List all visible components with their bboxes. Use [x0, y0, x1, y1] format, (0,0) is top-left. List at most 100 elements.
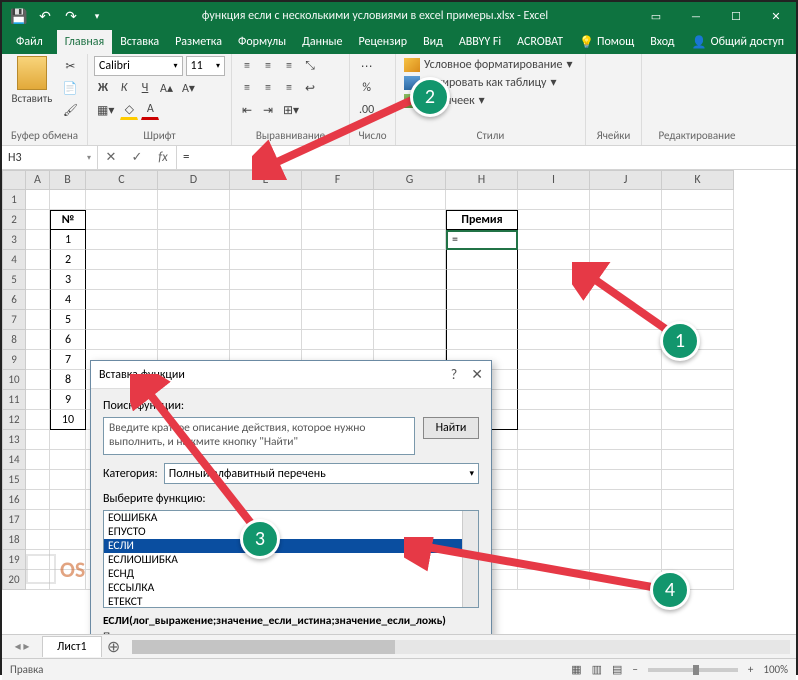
cell-K2[interactable] [662, 210, 734, 230]
cell-J11[interactable] [590, 390, 662, 410]
cell-J19[interactable] [590, 550, 662, 570]
cell-I5[interactable] [518, 270, 590, 290]
cell-I10[interactable] [518, 370, 590, 390]
col-head-A[interactable]: A [26, 170, 50, 190]
cell-B16[interactable] [50, 490, 86, 510]
cell-B9[interactable]: 7 [50, 350, 86, 370]
format-painter-icon[interactable]: 🖌 [60, 100, 81, 120]
sheet-tab-1[interactable]: Лист1 [42, 636, 102, 657]
function-item-ЕСНД[interactable]: ЕСНД [104, 567, 478, 581]
cell-I11[interactable] [518, 390, 590, 410]
tab-view[interactable]: Вид [415, 30, 451, 54]
insert-function-icon[interactable]: fx [150, 150, 176, 165]
cell-C7[interactable] [86, 310, 158, 330]
cell-E1[interactable] [230, 190, 302, 210]
cell-H2[interactable]: Премия [446, 210, 518, 230]
fill-color-icon[interactable]: ◇ [120, 100, 138, 120]
help-button[interactable]: 💡Помощ [571, 30, 642, 54]
cell-J13[interactable] [590, 430, 662, 450]
cell-I12[interactable] [518, 410, 590, 430]
cell-J7[interactable] [590, 310, 662, 330]
cell-B3[interactable]: 1 [50, 230, 86, 250]
row-head-13[interactable]: 13 [2, 430, 26, 450]
cell-J2[interactable] [590, 210, 662, 230]
cell-F7[interactable] [302, 310, 374, 330]
cell-A14[interactable] [26, 450, 50, 470]
row-head-20[interactable]: 20 [2, 570, 26, 590]
row-head-17[interactable]: 17 [2, 510, 26, 530]
cell-C5[interactable] [86, 270, 158, 290]
percent-icon[interactable]: % [356, 78, 377, 98]
cell-F2[interactable] [302, 210, 374, 230]
dialog-close-icon[interactable]: ✕ [471, 366, 483, 383]
cell-H3[interactable]: = [446, 230, 518, 250]
function-item-ЕОШИБКА[interactable]: ЕОШИБКА [104, 511, 478, 525]
cell-K12[interactable] [662, 410, 734, 430]
align-center-icon[interactable]: ≡ [259, 78, 277, 98]
cell-D8[interactable] [158, 330, 230, 350]
cell-A9[interactable] [26, 350, 50, 370]
cell-A7[interactable] [26, 310, 50, 330]
cell-I1[interactable] [518, 190, 590, 210]
row-head-11[interactable]: 11 [2, 390, 26, 410]
cell-A17[interactable] [26, 510, 50, 530]
bold-button[interactable]: Ж [94, 78, 112, 98]
row-head-3[interactable]: 3 [2, 230, 26, 250]
cell-J18[interactable] [590, 530, 662, 550]
cell-J15[interactable] [590, 470, 662, 490]
cell-H4[interactable] [446, 250, 518, 270]
cell-B7[interactable]: 5 [50, 310, 86, 330]
row-head-16[interactable]: 16 [2, 490, 26, 510]
function-item-ЕСЛИ[interactable]: ЕСЛИ [104, 539, 478, 553]
align-middle-icon[interactable]: ≡ [259, 56, 277, 76]
save-icon[interactable]: 💾 [8, 5, 30, 27]
zoom-level[interactable]: 100% [763, 663, 788, 676]
cell-B10[interactable]: 8 [50, 370, 86, 390]
cell-A13[interactable] [26, 430, 50, 450]
cell-I8[interactable] [518, 330, 590, 350]
ribbon-options-icon[interactable]: ▭ [636, 2, 676, 30]
cell-I4[interactable] [518, 250, 590, 270]
cell-I20[interactable] [518, 570, 590, 590]
cell-J12[interactable] [590, 410, 662, 430]
paste-button[interactable]: Вставить [8, 56, 56, 105]
cell-B14[interactable] [50, 450, 86, 470]
cell-A2[interactable] [26, 210, 50, 230]
decimal-icon[interactable]: .00 [356, 100, 377, 120]
cell-J14[interactable] [590, 450, 662, 470]
row-head-12[interactable]: 12 [2, 410, 26, 430]
cell-A15[interactable] [26, 470, 50, 490]
cell-H7[interactable] [446, 310, 518, 330]
font-size-select[interactable]: 11▾ [186, 56, 225, 76]
grow-font-icon[interactable]: A▴ [157, 78, 176, 98]
tab-formulas[interactable]: Формулы [230, 30, 294, 54]
row-head-4[interactable]: 4 [2, 250, 26, 270]
cell-G4[interactable] [374, 250, 446, 270]
tab-home[interactable]: Главная [57, 30, 112, 54]
cell-D1[interactable] [158, 190, 230, 210]
tab-abbyy[interactable]: ABBYY Fi [451, 30, 509, 54]
function-item-ЕССЫЛКА[interactable]: ЕССЫЛКА [104, 581, 478, 595]
view-normal-icon[interactable]: ▦ [571, 663, 581, 676]
cell-F1[interactable] [302, 190, 374, 210]
tab-review[interactable]: Рецензир [350, 30, 415, 54]
cell-A8[interactable] [26, 330, 50, 350]
italic-button[interactable]: К [115, 78, 133, 98]
cell-E4[interactable] [230, 250, 302, 270]
dialog-title-bar[interactable]: Вставка функции ? ✕ [91, 361, 491, 389]
category-select[interactable]: Полный алфавитный перечень▾ [164, 463, 479, 484]
cell-B1[interactable] [50, 190, 86, 210]
cell-A16[interactable] [26, 490, 50, 510]
tab-insert[interactable]: Вставка [112, 30, 167, 54]
cell-B2[interactable]: № [50, 210, 86, 230]
cell-J16[interactable] [590, 490, 662, 510]
cell-C8[interactable] [86, 330, 158, 350]
cell-I3[interactable] [518, 230, 590, 250]
formula-bar[interactable]: = [177, 146, 796, 169]
cell-K16[interactable] [662, 490, 734, 510]
cell-H8[interactable] [446, 330, 518, 350]
cell-H6[interactable] [446, 290, 518, 310]
cell-D6[interactable] [158, 290, 230, 310]
increase-indent-icon[interactable]: ⇥ [259, 100, 277, 120]
horizontal-scrollbar[interactable] [132, 640, 790, 654]
